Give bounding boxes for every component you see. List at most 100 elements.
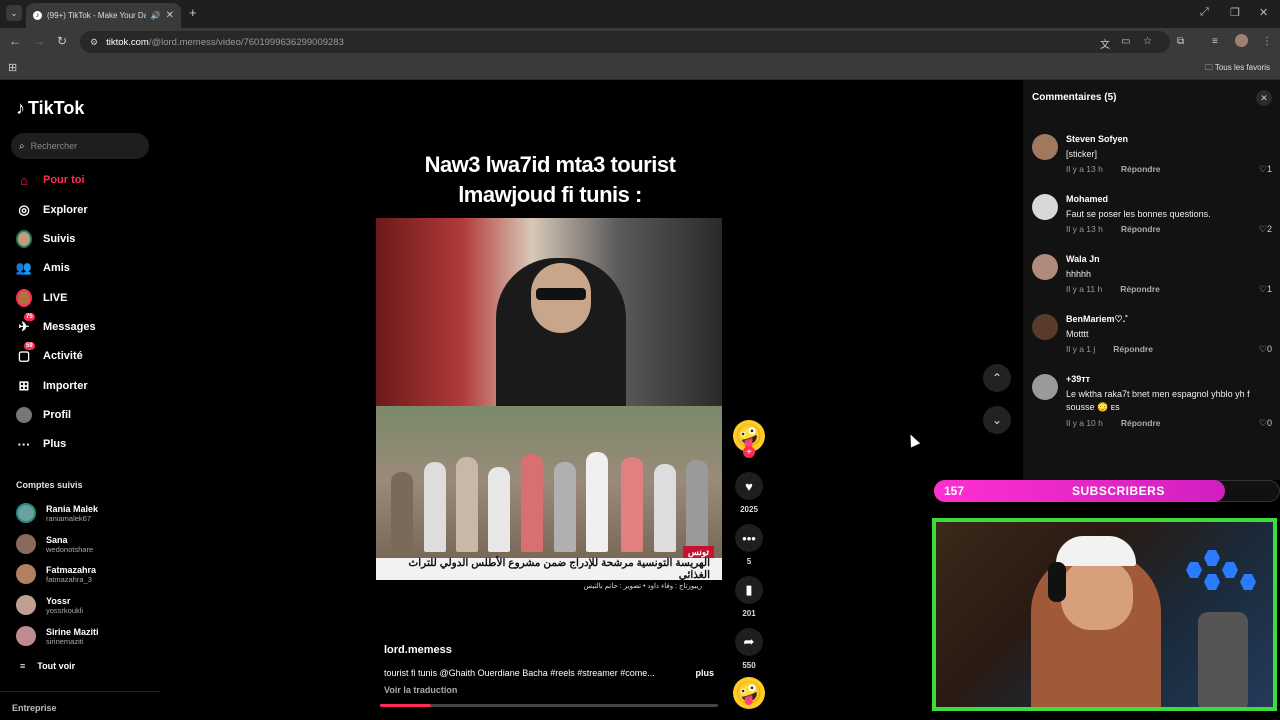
footer-link[interactable]: Entreprise bbox=[12, 703, 57, 713]
comment-action[interactable]: ••• 5 bbox=[734, 524, 764, 566]
crowd-figure bbox=[686, 460, 708, 552]
tab-close-icon[interactable]: ✕ bbox=[166, 10, 174, 21]
audio-icon[interactable]: 🔊 bbox=[151, 11, 161, 20]
profile-avatar[interactable] bbox=[1235, 34, 1248, 47]
comment-user[interactable]: Wala Jn bbox=[1066, 254, 1100, 264]
tab-list-icon[interactable]: ⤢ bbox=[1200, 6, 1209, 19]
avatar[interactable] bbox=[1032, 374, 1058, 400]
avatar[interactable] bbox=[1032, 194, 1058, 220]
nav-for-you[interactable]: ⌂ Pour toi bbox=[16, 170, 85, 190]
browser-tab[interactable]: ♪ (99+) TikTok - Make Your Day 🔊 ✕ bbox=[26, 3, 181, 28]
followed-account[interactable]: Yossr yossrkoukli bbox=[16, 595, 83, 615]
tiktok-sidebar: ♪ TikTok ⌕ Rechercher ⌂ Pour toi ◎ Explo… bbox=[0, 80, 160, 720]
reply-button[interactable]: Répondre bbox=[1120, 284, 1160, 294]
music-disc-icon[interactable]: 🤪 bbox=[733, 677, 765, 709]
comment-like[interactable]: ♡1 bbox=[1259, 284, 1272, 295]
comment-user[interactable]: Steven Sofyen bbox=[1066, 134, 1128, 144]
comment-like-count: 1 bbox=[1266, 284, 1272, 294]
avatar bbox=[16, 595, 36, 615]
reply-button[interactable]: Répondre bbox=[1121, 164, 1161, 174]
crowd-figure bbox=[586, 452, 608, 552]
nav-messages[interactable]: ✈ 75 Messages bbox=[16, 313, 96, 337]
comment-like[interactable]: ♡1 bbox=[1259, 164, 1272, 175]
address-bar[interactable]: ⚙ tiktok.com/@lord.memess/video/76019996… bbox=[80, 31, 1170, 53]
see-all-button[interactable]: ≡ Tout voir bbox=[20, 661, 75, 671]
bookmark-star-icon[interactable]: ☆ bbox=[1143, 36, 1152, 47]
reply-button[interactable]: Répondre bbox=[1113, 344, 1153, 354]
messages-icon: ✈ 75 bbox=[18, 313, 35, 334]
video-progress-bar[interactable] bbox=[380, 704, 718, 707]
apps-grid-icon[interactable]: ⊞ bbox=[8, 61, 17, 74]
browser-menu-icon[interactable]: ⋮ bbox=[1262, 36, 1272, 47]
streamer-cap bbox=[1056, 536, 1136, 566]
nav-following[interactable]: Suivis bbox=[16, 229, 75, 249]
comment-like[interactable]: ♡0 bbox=[1259, 344, 1272, 355]
tab-search-icon[interactable]: ⌄ bbox=[6, 5, 22, 21]
video-player[interactable]: تونس الهريسة التونسية مرشحة للإدراج ضمن … bbox=[376, 218, 722, 592]
followed-account[interactable]: Fatmazahra fatmazahra_3 bbox=[16, 564, 96, 584]
media-control-icon[interactable]: ≡ bbox=[1212, 36, 1218, 47]
comments-title-text: Commentaires bbox=[1032, 92, 1102, 103]
follow-plus-icon[interactable]: + bbox=[743, 446, 755, 458]
nav-activity[interactable]: ▢ 59 Activité bbox=[16, 342, 83, 366]
site-info-icon[interactable]: ⚙ bbox=[90, 37, 98, 48]
like-action[interactable]: ♥ 2025 bbox=[734, 472, 764, 514]
comment-text: [sticker] bbox=[1066, 149, 1098, 159]
save-action[interactable]: ▮ 201 bbox=[734, 576, 764, 618]
tab-title: (99+) TikTok - Make Your Day bbox=[47, 11, 146, 20]
extensions-icon[interactable]: ⧉ bbox=[1177, 36, 1184, 47]
cast-icon[interactable]: ▭ bbox=[1121, 36, 1130, 47]
more-button[interactable]: plus bbox=[695, 668, 714, 678]
new-tab-icon[interactable]: + bbox=[189, 5, 197, 20]
previous-video-button[interactable]: ⌃ bbox=[983, 364, 1011, 392]
avatar[interactable] bbox=[1032, 254, 1058, 280]
tiktok-logo[interactable]: ♪ TikTok bbox=[16, 98, 84, 119]
back-icon[interactable]: ← bbox=[9, 34, 21, 48]
news-headline: الهريسة التونسية مرشحة للإدراج ضمن مشروع… bbox=[376, 557, 722, 581]
comment-like[interactable]: ♡0 bbox=[1259, 418, 1272, 429]
nav-live[interactable]: LIVE bbox=[16, 288, 67, 308]
reload-icon[interactable]: ↻ bbox=[57, 34, 67, 48]
close-comments-icon[interactable]: ✕ bbox=[1256, 90, 1272, 106]
share-action[interactable]: ➦ 550 bbox=[734, 628, 764, 670]
window-close-icon[interactable]: ✕ bbox=[1259, 6, 1268, 19]
reply-button[interactable]: Répondre bbox=[1121, 418, 1161, 428]
restore-icon[interactable]: ❐ bbox=[1230, 6, 1240, 19]
followed-account[interactable]: Rania Malek raniamalek67 bbox=[16, 503, 98, 523]
all-bookmarks[interactable]: 🗀 Tous les favoris bbox=[1205, 62, 1270, 76]
chevron-up-icon: ⌃ bbox=[991, 371, 1003, 385]
bookmark-icon: ▮ bbox=[735, 576, 763, 604]
avatar[interactable] bbox=[1032, 314, 1058, 340]
followed-account[interactable]: Sana wedonotshare bbox=[16, 534, 93, 554]
search-input[interactable]: ⌕ Rechercher bbox=[11, 133, 149, 159]
heart-outline-icon: ♡ bbox=[1258, 344, 1267, 354]
forward-icon[interactable]: → bbox=[33, 34, 45, 48]
comment-like-count: 0 bbox=[1266, 418, 1272, 428]
next-video-button[interactable]: ⌄ bbox=[983, 406, 1011, 434]
translate-link[interactable]: Voir la traduction bbox=[384, 685, 457, 695]
share-count: 550 bbox=[742, 661, 756, 670]
nav-profile[interactable]: Profil bbox=[16, 405, 71, 425]
nav-more[interactable]: ··· Plus bbox=[16, 434, 67, 454]
nav-explore[interactable]: ◎ Explorer bbox=[16, 200, 87, 220]
nav-upload[interactable]: ⊞ Importer bbox=[16, 376, 88, 396]
comment-user[interactable]: Mohamed bbox=[1066, 194, 1108, 204]
nav-label: Amis bbox=[43, 262, 70, 274]
url-host: tiktok.com bbox=[106, 36, 149, 48]
heart-outline-icon: ♡ bbox=[1258, 284, 1267, 294]
video-caption-overlay: Naw3 lwa7id mta3 tourist lmawjoud fi tun… bbox=[375, 150, 725, 210]
comment-like[interactable]: ♡2 bbox=[1259, 224, 1272, 235]
video-author[interactable]: lord.memess bbox=[384, 644, 452, 656]
folder-icon: 🗀 bbox=[1204, 63, 1213, 72]
comment-user[interactable]: BenMariem♡.˚ bbox=[1066, 314, 1128, 325]
see-all-label: Tout voir bbox=[37, 661, 76, 671]
comment-user[interactable]: +39ᴛᴛ bbox=[1066, 374, 1090, 384]
all-bookmarks-label: Tous les favoris bbox=[1214, 63, 1270, 72]
followed-account[interactable]: Sirine Maziti sirinemaziti bbox=[16, 626, 99, 646]
reply-button[interactable]: Répondre bbox=[1121, 224, 1161, 234]
crowd-figure bbox=[621, 457, 643, 552]
nav-label: Importer bbox=[43, 380, 88, 392]
nav-friends[interactable]: 👥 Amis bbox=[16, 258, 70, 278]
translate-icon[interactable]: 文 bbox=[1100, 36, 1110, 51]
avatar[interactable] bbox=[1032, 134, 1058, 160]
